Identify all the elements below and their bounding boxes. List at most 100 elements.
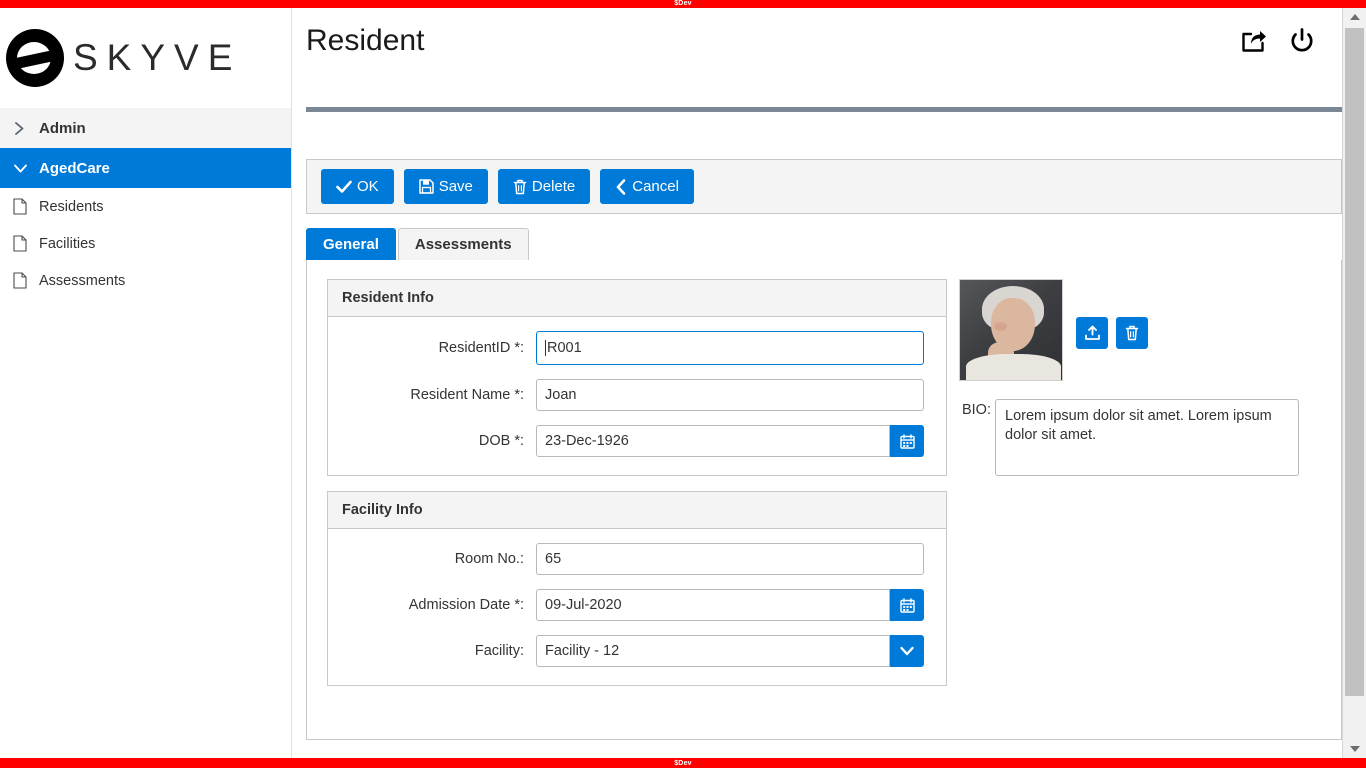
scroll-down-arrow[interactable]	[1343, 740, 1366, 758]
app-root: SKYVE Admin AgedCare Residents Facilitie…	[0, 8, 1366, 758]
sidebar-group-label: AgedCare	[39, 159, 110, 177]
resident-id-value: R001	[547, 340, 582, 356]
field-row-resident-name: Resident Name *: Joan	[328, 379, 924, 411]
chevron-down-icon	[13, 162, 39, 175]
content-area: OK Save Delete Cancel General Assessment…	[292, 114, 1342, 758]
chevron-down-icon	[899, 645, 915, 657]
field-row-resident-id: ResidentID *: R001	[328, 331, 924, 365]
header-actions	[1240, 27, 1316, 60]
admission-date-value: 09-Jul-2020	[545, 597, 622, 613]
facility-info-title: Facility Info	[328, 492, 946, 529]
title-rule	[306, 107, 1342, 112]
bio-row: BIO: Lorem ipsum dolor sit amet. Lorem i…	[959, 399, 1299, 476]
calendar-icon	[899, 597, 915, 613]
field-row-room-no: Room No.: 65	[328, 543, 924, 575]
tab-general-label: General	[323, 236, 379, 253]
dev-banner-bottom: $Dev	[0, 758, 1366, 768]
upload-photo-button[interactable]	[1076, 317, 1108, 349]
calendar-icon	[899, 433, 915, 449]
room-no-input[interactable]: 65	[536, 543, 924, 575]
resident-info-title: Resident Info	[328, 280, 946, 317]
facility-info-section: Facility Info Room No.: 65 Admission Dat…	[327, 491, 947, 686]
sidebar-item-label: Assessments	[39, 272, 126, 289]
resident-photo	[959, 279, 1063, 381]
sidebar-group-agedcare[interactable]: AgedCare	[0, 148, 291, 188]
field-row-dob: DOB *: 23-Dec-1926	[328, 425, 924, 457]
room-no-label: Room No.:	[454, 551, 524, 567]
field-row-facility: Facility: Facility - 12	[328, 635, 924, 667]
upload-icon	[1084, 325, 1101, 341]
facility-field-group: Facility - 12	[536, 635, 924, 667]
scrollbar-thumb[interactable]	[1345, 28, 1364, 696]
cancel-button-label: Cancel	[632, 178, 679, 195]
sidebar-item-assessments[interactable]: Assessments	[0, 262, 291, 299]
facility-dropdown-button[interactable]	[890, 635, 924, 667]
facility-label: Facility:	[474, 643, 524, 659]
resident-id-input[interactable]: R001	[536, 331, 924, 365]
bio-label: BIO:	[961, 402, 991, 418]
sidebar: SKYVE Admin AgedCare Residents Facilitie…	[0, 8, 292, 758]
resident-info-body: ResidentID *: R001 Resident Name *: Joan	[328, 317, 946, 475]
tab-assessments[interactable]: Assessments	[397, 228, 529, 260]
brand: SKYVE	[0, 8, 291, 108]
resident-id-label: ResidentID *:	[438, 340, 524, 356]
resident-info-section: Resident Info ResidentID *: R001 Residen…	[327, 279, 947, 476]
tab-panel-general: Resident Info ResidentID *: R001 Residen…	[306, 260, 1342, 740]
text-caret	[545, 340, 546, 356]
photo-actions	[1076, 279, 1148, 349]
sidebar-item-facilities[interactable]: Facilities	[0, 225, 291, 262]
resident-name-label: Resident Name *:	[410, 387, 524, 403]
tab-general[interactable]: General	[306, 228, 396, 260]
chevron-up-icon	[1349, 14, 1360, 20]
sidebar-item-label: Residents	[39, 198, 104, 215]
facility-info-body: Room No.: 65 Admission Date *: 09-Jul-20…	[328, 529, 946, 685]
room-no-value: 65	[545, 551, 562, 567]
action-toolbar: OK Save Delete Cancel	[306, 159, 1342, 214]
sidebar-item-residents[interactable]: Residents	[0, 188, 291, 225]
document-icon	[13, 198, 39, 215]
bio-textarea[interactable]: Lorem ipsum dolor sit amet. Lorem ipsum …	[995, 399, 1299, 476]
admission-date-input[interactable]: 09-Jul-2020	[536, 589, 890, 621]
form-left-column: Resident Info ResidentID *: R001 Residen…	[327, 279, 947, 701]
chevron-down-icon	[1349, 746, 1360, 752]
document-icon	[13, 235, 39, 252]
ok-button-label: OK	[357, 178, 379, 195]
field-row-admission-date: Admission Date *: 09-Jul-2020	[328, 589, 924, 621]
sidebar-group-admin[interactable]: Admin	[0, 108, 291, 148]
ok-button[interactable]: OK	[321, 169, 394, 204]
photo-row	[959, 279, 1299, 381]
admission-date-calendar-button[interactable]	[890, 589, 924, 621]
resident-name-value: Joan	[545, 387, 577, 403]
facility-select[interactable]: Facility - 12	[536, 635, 890, 667]
tab-assessments-label: Assessments	[414, 236, 512, 253]
facility-value: Facility - 12	[545, 643, 620, 659]
save-button[interactable]: Save	[403, 169, 488, 204]
delete-button[interactable]: Delete	[497, 169, 591, 204]
save-button-label: Save	[438, 178, 473, 195]
dob-calendar-button[interactable]	[890, 425, 924, 457]
brand-name: SKYVE	[73, 37, 242, 78]
admission-date-label: Admission Date *:	[408, 597, 524, 613]
cancel-button[interactable]: Cancel	[600, 169, 694, 204]
resident-name-input[interactable]: Joan	[536, 379, 924, 411]
document-icon	[13, 272, 39, 289]
scroll-up-arrow[interactable]	[1343, 8, 1366, 26]
trash-icon	[1125, 325, 1139, 341]
skyve-logo-icon	[6, 29, 64, 87]
sidebar-group-label: Admin	[39, 119, 86, 137]
dev-banner-top: $Dev	[0, 0, 1366, 8]
sidebar-item-label: Facilities	[39, 235, 96, 252]
power-icon[interactable]	[1288, 27, 1316, 60]
dob-value: 23-Dec-1926	[545, 433, 629, 449]
photo-cheek	[994, 322, 1007, 331]
dob-field-group: 23-Dec-1926	[536, 425, 924, 457]
dob-label: DOB *:	[478, 433, 524, 449]
delete-photo-button[interactable]	[1116, 317, 1148, 349]
share-icon[interactable]	[1240, 27, 1268, 60]
dob-input[interactable]: 23-Dec-1926	[536, 425, 890, 457]
page-header: Resident	[292, 8, 1342, 112]
photo-body	[966, 354, 1061, 380]
vertical-scrollbar[interactable]	[1342, 8, 1366, 758]
tab-bar: General Assessments	[306, 228, 1342, 261]
delete-button-label: Delete	[531, 178, 576, 195]
